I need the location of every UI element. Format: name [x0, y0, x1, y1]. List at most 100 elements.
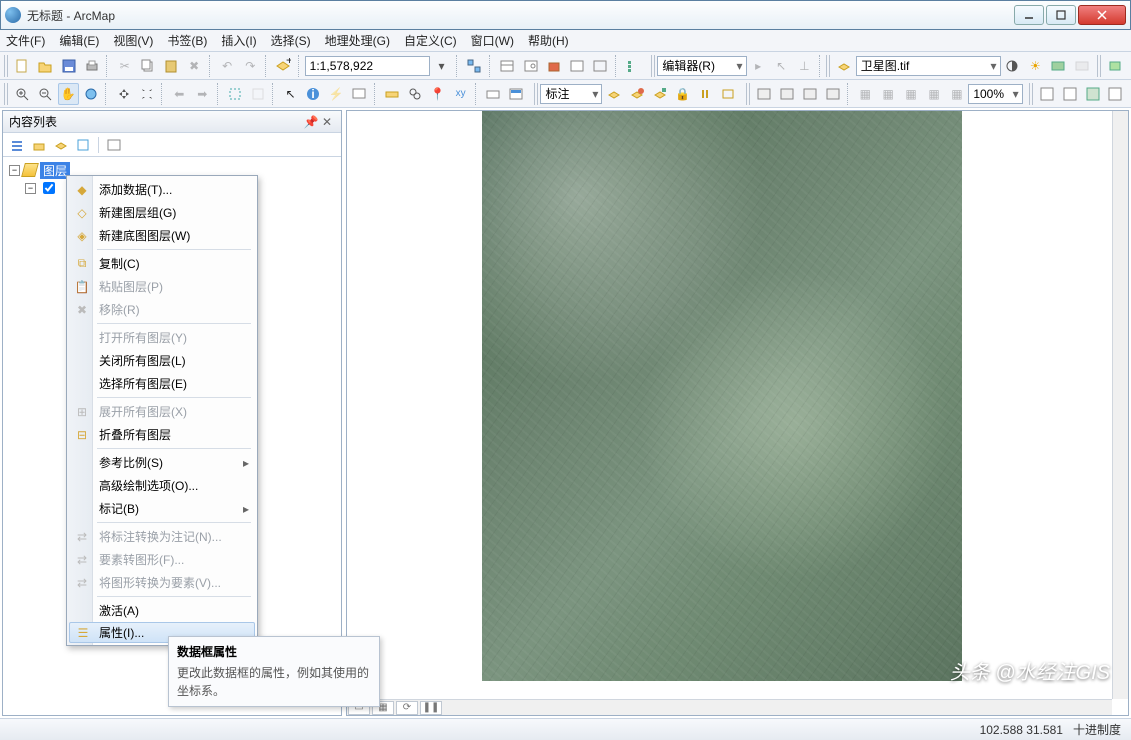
menu-geoprocessing[interactable]: 地理处理(G): [325, 32, 390, 49]
layout-icon1[interactable]: [1036, 83, 1057, 105]
fixed-zoom-in-icon[interactable]: [113, 83, 134, 105]
menu-item[interactable]: 参考比例(S): [69, 451, 255, 474]
find-icon[interactable]: [404, 83, 425, 105]
georef-icon2[interactable]: [776, 83, 797, 105]
zoom-in-icon[interactable]: [12, 83, 33, 105]
cut-icon[interactable]: ✂: [114, 55, 135, 77]
menu-item[interactable]: ⧉复制(C): [69, 252, 255, 275]
redo-icon[interactable]: ↷: [240, 55, 261, 77]
draw-rect-icon[interactable]: [1105, 55, 1126, 77]
editor-toolbar-icon[interactable]: [464, 55, 485, 77]
html-popup-icon[interactable]: [349, 83, 370, 105]
georef-flip-icon[interactable]: [822, 83, 843, 105]
effects-layer-icon[interactable]: [834, 55, 855, 77]
options-icon[interactable]: [104, 135, 124, 155]
menu-item[interactable]: ◈新建底图图层(W): [69, 224, 255, 247]
collapse-toggle[interactable]: −: [9, 165, 20, 176]
open-icon[interactable]: [35, 55, 56, 77]
close-panel-icon[interactable]: ✕: [319, 115, 335, 129]
layout-icon4[interactable]: [1105, 83, 1126, 105]
flicker-icon[interactable]: [1071, 55, 1092, 77]
menu-view[interactable]: 视图(V): [113, 32, 153, 49]
layout-icon2[interactable]: [1059, 83, 1080, 105]
label-weight-icon[interactable]: [649, 83, 670, 105]
list-by-selection-icon[interactable]: [73, 135, 93, 155]
collapse-toggle[interactable]: −: [25, 183, 36, 194]
menu-select[interactable]: 选择(S): [271, 32, 311, 49]
select-features-icon[interactable]: [225, 83, 246, 105]
pause-drawing-button[interactable]: ❚❚: [420, 701, 442, 715]
pan-icon[interactable]: ✋: [58, 83, 79, 105]
copy-icon[interactable]: [137, 55, 158, 77]
zoom-out-icon[interactable]: [35, 83, 56, 105]
label-priority-icon[interactable]: [626, 83, 647, 105]
refresh-button[interactable]: ⟳: [396, 701, 418, 715]
layout-icon3[interactable]: [1082, 83, 1103, 105]
map-view[interactable]: ▭ ▦ ⟳ ❚❚ 头条 @水经注GIS: [346, 110, 1129, 716]
toolbar-grip[interactable]: [1097, 55, 1102, 77]
list-by-visibility-icon[interactable]: [51, 135, 71, 155]
menu-item[interactable]: 高级绘制选项(O)...: [69, 474, 255, 497]
label-manager-icon[interactable]: [603, 83, 624, 105]
menu-item[interactable]: 关闭所有图层(L): [69, 349, 255, 372]
full-extent-icon[interactable]: [81, 83, 102, 105]
menu-item[interactable]: ⊟折叠所有图层: [69, 423, 255, 446]
zoom-pct-combo[interactable]: 100%: [968, 84, 1022, 104]
menu-file[interactable]: 文件(F): [6, 32, 45, 49]
menu-item[interactable]: ◇新建图层组(G): [69, 201, 255, 224]
toolbar-grip[interactable]: [4, 55, 9, 77]
minimize-button[interactable]: [1014, 5, 1044, 25]
brightness-icon[interactable]: ☀: [1025, 55, 1046, 77]
select-elements-icon[interactable]: ↖: [280, 83, 301, 105]
menu-bookmarks[interactable]: 书签(B): [167, 32, 207, 49]
arc-toolbox-icon[interactable]: [543, 55, 564, 77]
georef-rotate-icon[interactable]: [799, 83, 820, 105]
time-slider-icon[interactable]: [483, 83, 504, 105]
scale-input[interactable]: 1:1,578,922: [305, 56, 430, 76]
list-by-source-icon[interactable]: [29, 135, 49, 155]
georef-icon[interactable]: [753, 83, 774, 105]
toolbar-grip[interactable]: [826, 55, 831, 77]
find-route-icon[interactable]: 📍: [427, 83, 448, 105]
editor-dropdown[interactable]: 编辑器(R): [657, 56, 746, 76]
pin-icon[interactable]: 📌: [303, 115, 319, 129]
view-unplaced-icon[interactable]: [718, 83, 739, 105]
hyperlink-icon[interactable]: ⚡: [326, 83, 347, 105]
search-icon[interactable]: [520, 55, 541, 77]
horizontal-scrollbar[interactable]: ▭ ▦ ⟳ ❚❚: [347, 699, 1112, 715]
create-viewer-icon[interactable]: [506, 83, 527, 105]
pause-labels-icon[interactable]: [695, 83, 716, 105]
toolbar-grip[interactable]: [746, 83, 751, 105]
add-data-icon[interactable]: +: [273, 55, 294, 77]
vertical-scrollbar[interactable]: [1112, 111, 1128, 699]
back-icon[interactable]: ⬅: [169, 83, 190, 105]
menu-customize[interactable]: 自定义(C): [404, 32, 457, 49]
new-icon[interactable]: [12, 55, 33, 77]
menu-window[interactable]: 窗口(W): [471, 32, 514, 49]
list-by-drawing-order-icon[interactable]: [7, 135, 27, 155]
contrast-icon[interactable]: [1002, 55, 1023, 77]
table-of-contents-icon[interactable]: [622, 55, 643, 77]
maximize-button[interactable]: [1046, 5, 1076, 25]
toolbar-grip[interactable]: [534, 83, 539, 105]
menu-item[interactable]: 激活(A): [69, 599, 255, 622]
menu-insert[interactable]: 插入(I): [221, 32, 256, 49]
toolbar-grip[interactable]: [4, 83, 9, 105]
catalog-icon[interactable]: [497, 55, 518, 77]
goto-xy-icon[interactable]: xy: [450, 83, 471, 105]
scale-dropdown-icon[interactable]: ▾: [431, 55, 452, 77]
menu-edit[interactable]: 编辑(E): [59, 32, 99, 49]
layer-visibility-checkbox[interactable]: [43, 182, 55, 194]
menu-item[interactable]: 标记(B): [69, 497, 255, 520]
modelbuilder-icon[interactable]: [589, 55, 610, 77]
paste-icon[interactable]: [160, 55, 181, 77]
toolbar-grip[interactable]: [1029, 83, 1034, 105]
forward-icon[interactable]: ➡: [192, 83, 213, 105]
labeling-dropdown[interactable]: 标注: [540, 84, 602, 104]
clear-selection-icon[interactable]: [247, 83, 268, 105]
delete-icon[interactable]: ✖: [184, 55, 205, 77]
undo-icon[interactable]: ↶: [217, 55, 238, 77]
identify-icon[interactable]: i: [303, 83, 324, 105]
effects-layer-combo[interactable]: 卫星图.tif: [856, 56, 1001, 76]
lock-labels-icon[interactable]: 🔒: [672, 83, 693, 105]
